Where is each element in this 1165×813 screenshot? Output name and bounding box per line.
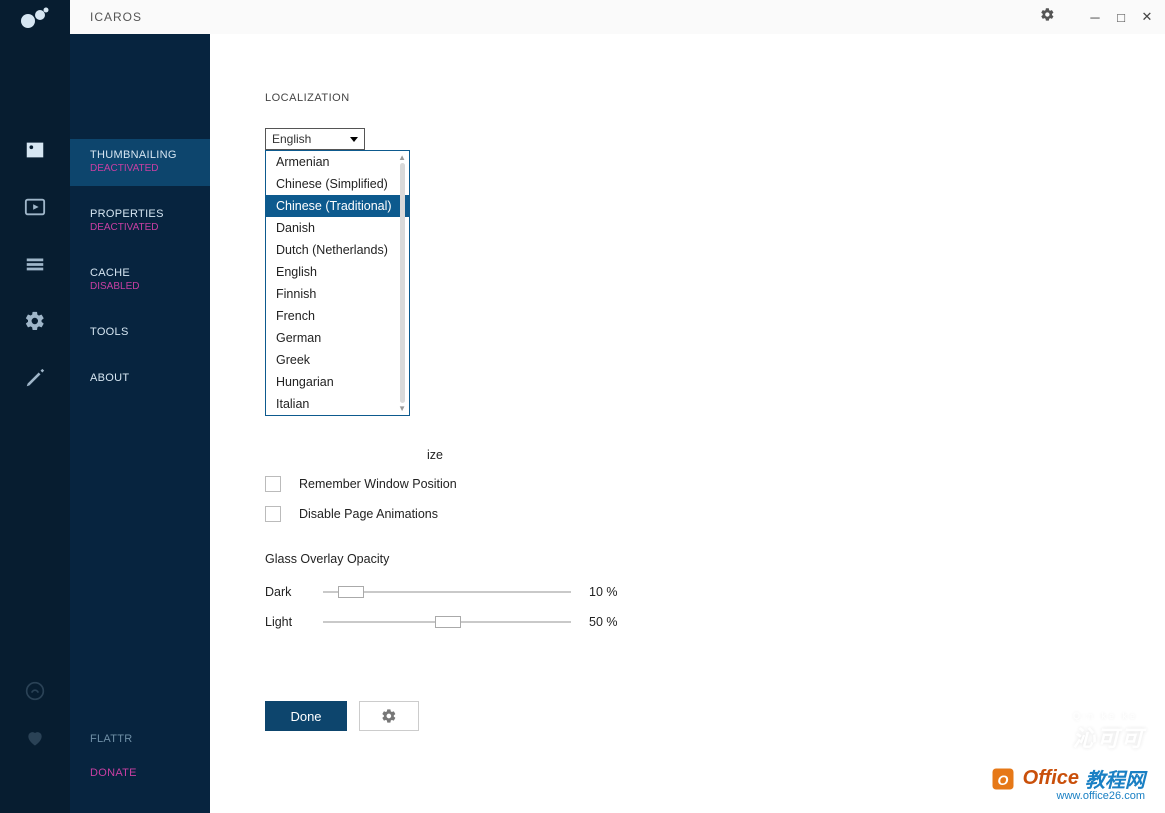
- language-selected-value: English: [272, 132, 311, 146]
- language-option[interactable]: Chinese (Traditional): [266, 195, 409, 217]
- done-button[interactable]: Done: [265, 701, 347, 731]
- footer-buttons: Done: [265, 701, 419, 731]
- slider-light[interactable]: [323, 614, 571, 630]
- window-controls: ─ □ ✕: [1087, 9, 1155, 25]
- slider-value: 10 %: [589, 585, 629, 599]
- nav-label: DONATE: [90, 767, 190, 779]
- slider-dark[interactable]: [323, 584, 571, 600]
- stack-icon[interactable]: [24, 253, 46, 280]
- slider-thumb[interactable]: [435, 616, 461, 628]
- nav-flattr[interactable]: FLATTR: [70, 723, 210, 757]
- nav-label: ABOUT: [90, 372, 190, 384]
- checkbox-remember-position[interactable]: Remember Window Position: [265, 476, 1165, 492]
- svg-text:O: O: [997, 771, 1008, 787]
- slider-label: Dark: [265, 585, 305, 599]
- slider-label: Light: [265, 615, 305, 629]
- language-option[interactable]: Dutch (Netherlands): [266, 239, 409, 261]
- language-option[interactable]: Danish: [266, 217, 409, 239]
- nav-sublabel: DISABLED: [90, 281, 190, 292]
- watermark-qinkeke: Qin ke ke 沁可可: [1025, 711, 1145, 753]
- watermark-office26: O Office教程网 www.office26.com: [989, 764, 1145, 793]
- language-option[interactable]: Armenian: [266, 151, 409, 173]
- slider-light-row: Light 50 %: [265, 614, 1165, 630]
- dropdown-scrollbar[interactable]: ▲ ▼: [399, 153, 407, 413]
- checkbox-label-partial: ize: [427, 448, 443, 462]
- app-title: ICAROS: [90, 10, 142, 24]
- nav-label: TOOLS: [90, 326, 190, 338]
- settings-gear-icon[interactable]: [1040, 7, 1055, 27]
- heart-icon[interactable]: [25, 728, 45, 753]
- nav-cache[interactable]: CACHE DISABLED: [70, 257, 210, 304]
- settings-button[interactable]: [359, 701, 419, 731]
- language-option[interactable]: Italian: [266, 393, 409, 415]
- glass-overlay-title: Glass Overlay Opacity: [265, 552, 1165, 566]
- nav-properties[interactable]: PROPERTIES DEACTIVATED: [70, 198, 210, 245]
- slider-value: 50 %: [589, 615, 629, 629]
- nav-label: THUMBNAILING: [90, 149, 190, 161]
- sidebar: THUMBNAILING DEACTIVATED PROPERTIES DEAC…: [70, 34, 210, 813]
- language-dropdown: ArmenianChinese (Simplified)Chinese (Tra…: [265, 150, 410, 416]
- nav-thumbnailing[interactable]: THUMBNAILING DEACTIVATED: [70, 139, 210, 186]
- nav-sublabel: DEACTIVATED: [90, 222, 190, 233]
- language-option[interactable]: Greek: [266, 349, 409, 371]
- content-area: LOCALIZATION English ArmenianChinese (Si…: [210, 34, 1165, 813]
- language-option[interactable]: German: [266, 327, 409, 349]
- gear-icon[interactable]: [24, 310, 46, 337]
- slider-dark-row: Dark 10 %: [265, 584, 1165, 600]
- title-bar: ICAROS ─ □ ✕: [0, 0, 1165, 34]
- minimize-icon[interactable]: ─: [1087, 10, 1103, 25]
- language-option[interactable]: Hungarian: [266, 371, 409, 393]
- language-option[interactable]: English: [266, 261, 409, 283]
- nav-tools[interactable]: TOOLS: [70, 316, 210, 350]
- language-option[interactable]: Chinese (Simplified): [266, 173, 409, 195]
- checkbox-icon[interactable]: [265, 506, 281, 522]
- section-title-localization: LOCALIZATION: [265, 92, 1165, 104]
- maximize-icon[interactable]: □: [1113, 10, 1129, 25]
- app-logo-icon: [0, 0, 70, 34]
- pen-icon[interactable]: [24, 367, 46, 394]
- nav-sublabel: DEACTIVATED: [90, 163, 190, 174]
- language-select[interactable]: English ArmenianChinese (Simplified)Chin…: [265, 128, 365, 150]
- sprout-icon[interactable]: [25, 681, 45, 706]
- nav-label: PROPERTIES: [90, 208, 190, 220]
- checkbox-icon[interactable]: [265, 476, 281, 492]
- checkbox-label: Remember Window Position: [299, 477, 457, 491]
- image-icon[interactable]: [24, 139, 46, 166]
- play-icon[interactable]: [24, 196, 46, 223]
- nav-label: CACHE: [90, 267, 190, 279]
- icon-strip: [0, 0, 70, 813]
- language-option[interactable]: Finnish: [266, 283, 409, 305]
- checkbox-disable-animations[interactable]: Disable Page Animations: [265, 506, 1165, 522]
- checkbox-label: Disable Page Animations: [299, 507, 438, 521]
- gear-icon: [381, 708, 397, 724]
- slider-thumb[interactable]: [338, 586, 364, 598]
- nav-label: FLATTR: [90, 733, 190, 745]
- close-icon[interactable]: ✕: [1139, 9, 1155, 25]
- language-option[interactable]: French: [266, 305, 409, 327]
- nav-about[interactable]: ABOUT: [70, 362, 210, 396]
- nav-donate[interactable]: DONATE: [70, 757, 210, 791]
